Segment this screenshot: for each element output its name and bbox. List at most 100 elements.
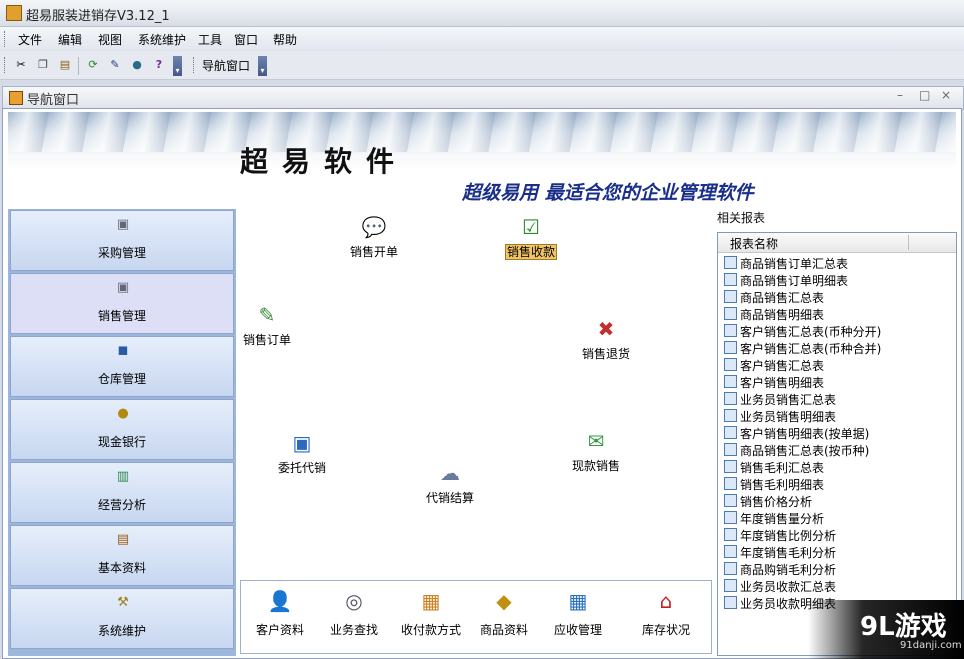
tool-customer-info[interactable]: 👤 客户资料	[245, 587, 315, 638]
report-label: 客户销售明细表(按单据)	[740, 427, 870, 441]
report-icon	[724, 477, 737, 490]
report-icon	[724, 443, 737, 456]
sidebar-item-label: 采购管理	[97, 246, 146, 260]
minimize-button[interactable]: –	[897, 88, 903, 102]
tool-payment-method[interactable]: ▦ 收付款方式	[391, 587, 471, 638]
nav-window-button[interactable]: 导航窗口	[202, 57, 250, 74]
report-item[interactable]: 商品销售订单汇总表	[724, 256, 881, 273]
cut-icon[interactable]: ✂	[12, 55, 30, 73]
report-item[interactable]: 商品销售汇总表(按币种)	[724, 443, 881, 460]
maximize-button[interactable]: □	[919, 88, 930, 102]
tool-goods-info[interactable]: ◆ 商品资料	[469, 587, 539, 638]
report-label: 销售价格分析	[740, 495, 813, 509]
paste-icon[interactable]: ▤	[56, 55, 74, 73]
report-icon	[724, 545, 737, 558]
check-box-icon: ☑	[522, 215, 540, 239]
report-item[interactable]: 业务员销售汇总表	[724, 392, 881, 409]
report-label: 商品购销毛利分析	[740, 563, 837, 577]
report-item[interactable]: 客户销售汇总表(币种合并)	[724, 341, 881, 358]
close-button[interactable]: ×	[941, 88, 951, 102]
report-item[interactable]: 销售价格分析	[724, 494, 881, 511]
sidebar-item-purchase[interactable]: ▣ 采购管理	[10, 210, 234, 271]
reports-list: 报表名称 商品销售订单汇总表 商品销售订单明细表 商品销售汇总表 商品销售明细表 客户销…	[717, 232, 957, 656]
child-window-bar: 导航窗口 – □ ×	[2, 86, 964, 110]
menu-help[interactable]: 帮助	[273, 31, 297, 48]
report-label: 销售毛利汇总表	[740, 461, 825, 475]
report-item[interactable]: 客户销售明细表	[724, 375, 881, 392]
tool-label: 商品资料	[479, 623, 528, 637]
workflow-cash-sales[interactable]: ✉ 现款销售	[568, 427, 624, 474]
sidebar-item-sales[interactable]: ▣ 销售管理	[10, 273, 234, 334]
report-label: 年度销售毛利分析	[740, 546, 837, 560]
book-icon: ▤	[116, 532, 130, 547]
report-item[interactable]: 业务员收款汇总表	[724, 579, 881, 596]
edit-icon[interactable]: ✎	[106, 55, 124, 73]
cart-icon: ▣	[116, 217, 130, 232]
report-item[interactable]: 业务员销售明细表	[724, 409, 881, 426]
menu-window[interactable]: 窗口	[234, 31, 258, 48]
report-item[interactable]: 商品销售汇总表	[724, 290, 881, 307]
sidebar-item-label: 销售管理	[97, 309, 146, 323]
goods-icon: ◆	[496, 589, 512, 613]
tool-label: 客户资料	[255, 623, 304, 637]
sidebar-item-cash[interactable]: ● 现金银行	[10, 399, 234, 460]
workflow-sales-order[interactable]: ✎ 销售订单	[240, 301, 294, 348]
report-item[interactable]: 客户销售汇总表	[724, 358, 881, 375]
report-item[interactable]: 年度销售量分析	[724, 511, 881, 528]
workflow-consignment-settlement[interactable]: ☁ 代销结算	[422, 459, 478, 506]
report-item[interactable]: 商品销售明细表	[724, 307, 881, 324]
menu-system[interactable]: 系统维护	[138, 31, 186, 48]
app-icon	[6, 5, 22, 21]
globe-icon[interactable]: ●	[128, 55, 146, 73]
chart-icon: ▥	[116, 469, 130, 484]
report-label: 销售毛利明细表	[740, 478, 825, 492]
report-icon	[724, 290, 737, 303]
workflow-label: 现款销售	[571, 459, 620, 473]
toolbar-dropdown-2[interactable]: ▾	[258, 56, 267, 76]
workflow-sales-return[interactable]: ✖ 销售退货	[578, 315, 634, 362]
card-icon: ▦	[421, 589, 441, 613]
workflow-area: 💬 销售开单 ☑ 销售收款 ✎ 销售订单 ✖ 销售退货 ▣ 委托代销 ☁ 代销结…	[240, 209, 712, 577]
report-icon	[724, 528, 737, 541]
workflow-sales-receipt[interactable]: ☑ 销售收款	[502, 213, 560, 260]
report-item[interactable]: 客户销售汇总表(币种分开)	[724, 324, 881, 341]
reports-header[interactable]: 报表名称	[718, 233, 956, 253]
report-label: 业务员销售汇总表	[740, 393, 837, 407]
help-icon[interactable]: ?	[150, 55, 168, 73]
report-item[interactable]: 销售毛利明细表	[724, 477, 881, 494]
sidebar-item-basic-data[interactable]: ▤ 基本资料	[10, 525, 234, 586]
report-item[interactable]: 年度销售毛利分析	[724, 545, 881, 562]
workflow-consignment[interactable]: ▣ 委托代销	[274, 429, 330, 476]
warehouse-icon: ◼	[117, 343, 129, 358]
workflow-label: 销售订单	[242, 333, 291, 347]
sidebar-item-system[interactable]: ⚒ 系统维护	[10, 588, 234, 649]
copy-icon[interactable]: ❐	[34, 55, 52, 73]
menu-tools[interactable]: 工具	[198, 31, 222, 48]
report-icon	[724, 392, 737, 405]
sidebar-item-warehouse[interactable]: ◼ 仓库管理	[10, 336, 234, 397]
tool-label: 业务查找	[329, 623, 378, 637]
menu-bar: 文件 编辑 视图 系统维护 工具 窗口 帮助	[0, 27, 964, 51]
report-label: 客户销售汇总表(币种分开)	[740, 325, 882, 339]
chat-multi-icon: ☁	[440, 461, 460, 485]
tool-business-search[interactable]: ◎ 业务查找	[319, 587, 389, 638]
report-icon	[724, 494, 737, 507]
report-icon	[724, 273, 737, 286]
report-item[interactable]: 销售毛利汇总表	[724, 460, 881, 477]
toolbar: ✂ ❐ ▤ ⟳ ✎ ● ? ▾ 导航窗口 ▾	[0, 51, 964, 80]
report-item[interactable]: 商品购销毛利分析	[724, 562, 881, 579]
tool-receivables[interactable]: ▦ 应收管理	[543, 587, 613, 638]
workflow-sales-order-entry[interactable]: 💬 销售开单	[346, 213, 402, 260]
report-item[interactable]: 年度销售比例分析	[724, 528, 881, 545]
menu-edit[interactable]: 编辑	[58, 31, 82, 48]
sidebar-item-label: 仓库管理	[97, 372, 146, 386]
menu-view[interactable]: 视图	[98, 31, 122, 48]
menu-file[interactable]: 文件	[18, 31, 42, 48]
toolbar-dropdown[interactable]: ▾	[173, 56, 182, 76]
person-icon: 👤	[267, 589, 293, 613]
tool-inventory-status[interactable]: ⌂ 库存状况	[631, 587, 701, 638]
refresh-icon[interactable]: ⟳	[84, 55, 102, 73]
report-item[interactable]: 客户销售明细表(按单据)	[724, 426, 881, 443]
sidebar-item-analysis[interactable]: ▥ 经营分析	[10, 462, 234, 523]
report-item[interactable]: 商品销售订单明细表	[724, 273, 881, 290]
